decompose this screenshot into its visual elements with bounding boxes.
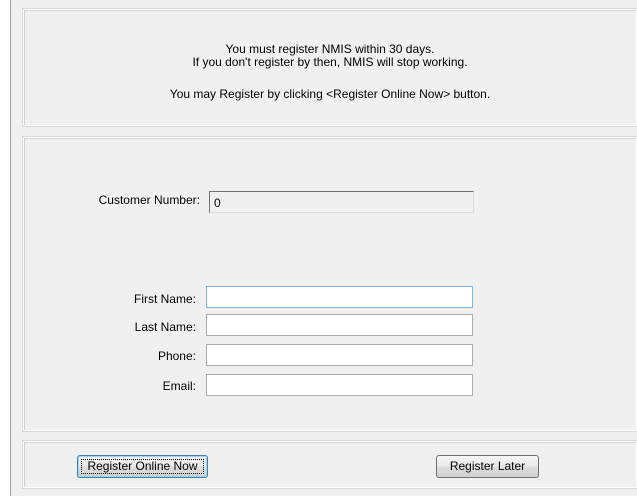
registration-window: You must register NMIS within 30 days. I… bbox=[10, 0, 637, 496]
register-later-button[interactable]: Register Later bbox=[436, 455, 539, 478]
register-online-now-label: Register Online Now bbox=[87, 459, 198, 473]
registration-form-panel: Customer Number: First Name: Last Name: … bbox=[22, 136, 637, 432]
first-name-label: First Name: bbox=[133, 292, 196, 306]
phone-field[interactable] bbox=[206, 344, 473, 366]
info-line-instructions: You may Register by clicking <Register O… bbox=[169, 87, 491, 101]
customer-number-label: Customer Number: bbox=[98, 193, 200, 207]
register-later-label: Register Later bbox=[449, 459, 526, 473]
register-online-now-button[interactable]: Register Online Now bbox=[77, 455, 208, 478]
last-name-field[interactable] bbox=[206, 314, 473, 336]
info-panel: You must register NMIS within 30 days. I… bbox=[22, 8, 637, 127]
first-name-field[interactable] bbox=[206, 286, 473, 308]
button-panel: Register Online Now Register Later bbox=[22, 440, 637, 489]
customer-number-field bbox=[209, 191, 474, 213]
email-field[interactable] bbox=[206, 374, 473, 396]
last-name-label: Last Name: bbox=[134, 320, 196, 334]
email-label: Email: bbox=[162, 379, 196, 393]
phone-label: Phone: bbox=[157, 349, 196, 363]
info-line-warning: If you don't register by then, NMIS will… bbox=[192, 55, 468, 69]
info-line-deadline: You must register NMIS within 30 days. bbox=[225, 42, 435, 56]
